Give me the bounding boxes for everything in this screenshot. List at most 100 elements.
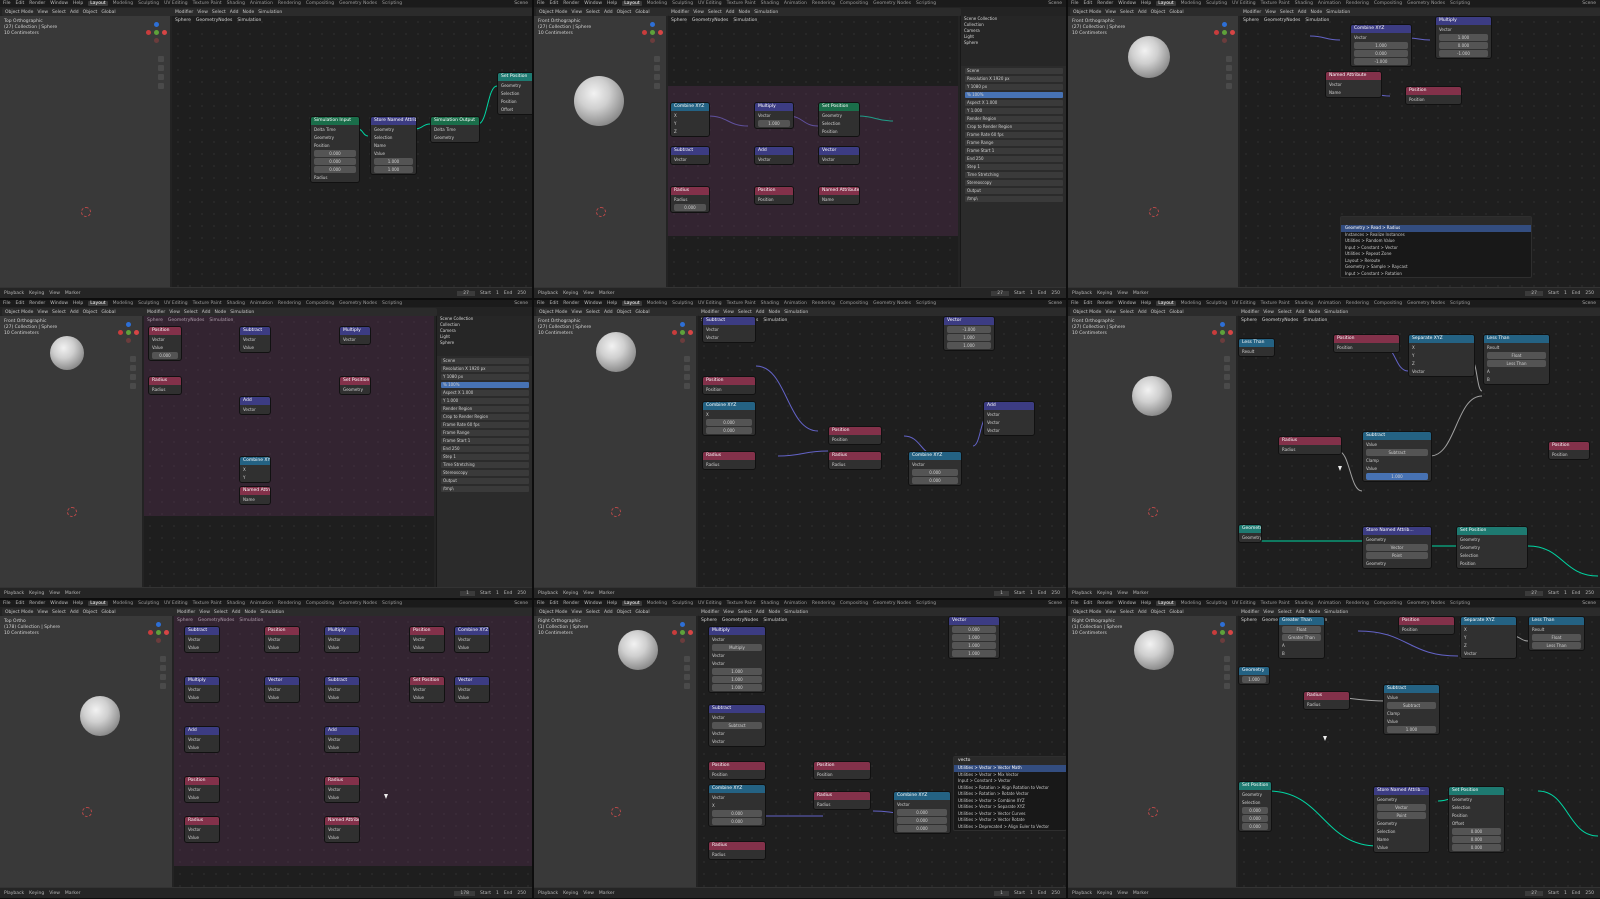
- node-field[interactable]: 0.000: [712, 810, 762, 817]
- menu-help[interactable]: Help: [1141, 301, 1151, 306]
- property-row[interactable]: Time Stretching: [965, 172, 1063, 178]
- zoom-icon[interactable]: [160, 656, 166, 662]
- node[interactable]: Named Attribute Name: [818, 186, 860, 205]
- workspace-tab[interactable]: Shading: [1295, 1, 1313, 6]
- header-item[interactable]: Modifier: [1241, 610, 1259, 615]
- node[interactable]: Radius Radius: [708, 841, 766, 860]
- workspace-tab[interactable]: Sculpting: [138, 1, 159, 6]
- menu-window[interactable]: Window: [1118, 301, 1136, 306]
- workspace-tab[interactable]: Animation: [784, 1, 807, 6]
- gizmo-axis-icon[interactable]: [1212, 630, 1217, 635]
- workspace-tab[interactable]: UV Editing: [1232, 301, 1255, 306]
- gizmo-axis-icon[interactable]: [658, 30, 663, 35]
- workspace-tab[interactable]: Texture Paint: [727, 601, 756, 606]
- gizmo-axis-icon[interactable]: [126, 322, 131, 327]
- node-header[interactable]: Set Position: [1449, 787, 1504, 795]
- menu-render[interactable]: Render: [1097, 301, 1113, 306]
- frame-end[interactable]: 250: [1585, 291, 1600, 296]
- header-item[interactable]: Select: [1120, 10, 1134, 15]
- current-frame[interactable]: 178: [454, 890, 475, 896]
- node-field[interactable]: Subtract: [712, 722, 762, 729]
- header-item[interactable]: Add: [202, 310, 211, 315]
- header-item[interactable]: View: [197, 10, 208, 15]
- header-item[interactable]: View: [1105, 610, 1116, 615]
- gizmo-axis-icon[interactable]: [1220, 630, 1225, 635]
- gizmo-axis-icon[interactable]: [154, 38, 159, 43]
- current-frame[interactable]: 27: [1525, 590, 1543, 596]
- workspace-tab[interactable]: Scripting: [382, 301, 402, 306]
- property-row[interactable]: Time Stretching: [441, 462, 529, 468]
- workspace-tab[interactable]: Layout: [1156, 1, 1176, 6]
- sphere-object[interactable]: [618, 630, 658, 670]
- gizmo-axis-icon[interactable]: [672, 330, 677, 335]
- workspace-tab[interactable]: Geometry Nodes: [873, 301, 911, 306]
- timeline-menu[interactable]: Marker: [1133, 591, 1149, 596]
- header-item[interactable]: View: [199, 610, 210, 615]
- node[interactable]: Geometry 1.000: [1238, 666, 1270, 685]
- node-header[interactable]: Radius: [829, 452, 881, 460]
- zoom-icon[interactable]: [1226, 56, 1232, 62]
- navigation-gizmo[interactable]: [1212, 622, 1234, 644]
- workspace-tab[interactable]: Layout: [622, 301, 642, 306]
- frame-end[interactable]: 250: [1585, 591, 1600, 596]
- camera-icon[interactable]: [160, 674, 166, 680]
- property-row[interactable]: % 100%: [965, 92, 1063, 98]
- header-item[interactable]: Add: [70, 10, 79, 15]
- header-item[interactable]: Global: [635, 610, 649, 615]
- workspace-tab[interactable]: Animation: [784, 601, 807, 606]
- frame-start[interactable]: 1: [1030, 291, 1033, 296]
- timeline-menu[interactable]: View: [1117, 591, 1128, 596]
- node-header[interactable]: Store Named Attrib...: [1374, 787, 1429, 795]
- node-field[interactable]: 0.000: [674, 204, 706, 211]
- header-item[interactable]: View: [1263, 610, 1274, 615]
- header-item[interactable]: Global: [635, 310, 649, 315]
- navigation-gizmo[interactable]: [146, 22, 168, 44]
- header-item[interactable]: Object: [83, 610, 98, 615]
- workspace-tab[interactable]: Modeling: [113, 601, 133, 606]
- gizmo-axis-icon[interactable]: [1220, 622, 1225, 627]
- node-field[interactable]: 0.000: [897, 809, 947, 816]
- node-header[interactable]: Multiply: [709, 627, 765, 635]
- node[interactable]: Vector -1.000 1.000 1.000: [943, 316, 995, 351]
- add-node-search-menu[interactable]: Geometry > Read > Radius Instances > Real…: [1340, 216, 1532, 278]
- menu-window[interactable]: Window: [584, 601, 602, 606]
- header-item[interactable]: Add: [756, 310, 765, 315]
- header-item[interactable]: Object Mode: [5, 310, 33, 315]
- header-item[interactable]: Select: [214, 610, 228, 615]
- node-link[interactable]: [1537, 790, 1599, 837]
- header-item[interactable]: Object Mode: [539, 310, 567, 315]
- workspace-tab[interactable]: Shading: [1295, 301, 1313, 306]
- node-header[interactable]: Named Attribute: [1326, 72, 1381, 80]
- header-item[interactable]: Object Mode: [1073, 10, 1101, 15]
- navigation-gizmo[interactable]: [118, 322, 140, 344]
- node-header[interactable]: Position: [1549, 442, 1589, 450]
- workspace-tab[interactable]: Texture Paint: [1261, 1, 1290, 6]
- node-link[interactable]: [1527, 545, 1599, 577]
- workspace-tab[interactable]: Compositing: [840, 1, 868, 6]
- node-header[interactable]: Named Attribute: [240, 487, 270, 495]
- node-field[interactable]: 0.000: [314, 150, 356, 157]
- node-header[interactable]: Less Than: [1484, 335, 1549, 343]
- node[interactable]: Radius Vector Value: [324, 776, 360, 803]
- menu-file[interactable]: File: [1071, 1, 1079, 6]
- menu-edit[interactable]: Edit: [550, 1, 559, 6]
- header-item[interactable]: View: [571, 310, 582, 315]
- scene-selector[interactable]: Scene: [1582, 601, 1600, 606]
- gizmo-axis-icon[interactable]: [156, 638, 161, 643]
- hand-icon[interactable]: [130, 365, 136, 371]
- header-item[interactable]: Add: [726, 10, 735, 15]
- header-item[interactable]: Object: [1151, 10, 1166, 15]
- node[interactable]: Vector Vector Value: [454, 676, 490, 703]
- property-row[interactable]: End 250: [965, 156, 1063, 162]
- grid-icon[interactable]: [1224, 383, 1230, 389]
- property-row[interactable]: Frame Range: [965, 140, 1063, 146]
- timeline-menu[interactable]: Keying: [563, 291, 578, 296]
- timeline-menu[interactable]: Playback: [538, 591, 558, 596]
- sphere-object[interactable]: [596, 332, 636, 372]
- header-item[interactable]: View: [693, 10, 704, 15]
- property-row[interactable]: Stereoscopy: [965, 180, 1063, 186]
- header-item[interactable]: Select: [738, 310, 752, 315]
- header-item[interactable]: Node: [1309, 310, 1321, 315]
- property-row[interactable]: Render Region: [441, 406, 529, 412]
- workspace-tab[interactable]: Modeling: [113, 301, 133, 306]
